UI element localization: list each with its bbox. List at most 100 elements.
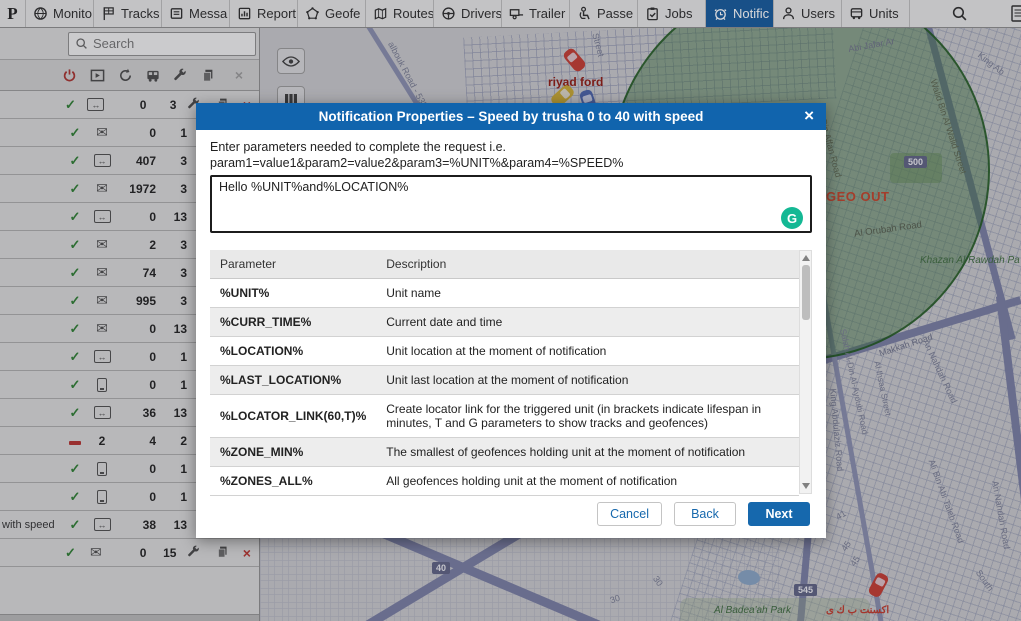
search-box[interactable] — [68, 32, 256, 56]
person-icon — [781, 6, 796, 21]
steering-wheel-icon — [441, 6, 456, 21]
tab-geofences[interactable]: Geofe — [298, 0, 366, 27]
unit-icon[interactable] — [145, 68, 165, 83]
clipboard-check-icon — [645, 6, 660, 21]
tab-monitoring[interactable]: Monito — [26, 0, 94, 27]
delete-icon[interactable]: × — [229, 67, 249, 83]
tab-reports[interactable]: Report — [230, 0, 298, 27]
enabled-check-icon[interactable]: ✓ — [62, 153, 88, 169]
route-shield: 545 — [794, 584, 817, 596]
table-row[interactable]: %ZONES_ALL% All geofences holding unit a… — [210, 467, 799, 496]
tab-units[interactable]: Units — [842, 0, 910, 27]
unit-count: 1 — [170, 350, 187, 364]
map-visibility-button[interactable] — [277, 48, 305, 74]
properties-wrench-icon[interactable] — [173, 68, 193, 82]
message-text-input[interactable]: Hello %UNIT%and%LOCATION% — [210, 175, 812, 233]
tab-label: Passe — [597, 6, 633, 21]
tab-tracks[interactable]: Tracks — [94, 0, 162, 27]
panel-resize-bar[interactable] — [0, 614, 259, 621]
tab-drivers[interactable]: Drivers — [434, 0, 502, 27]
enabled-check-icon[interactable]: ✓ — [58, 97, 82, 113]
tab-notifications[interactable]: Notific — [706, 0, 774, 27]
enabled-check-icon[interactable]: ✓ — [62, 125, 88, 141]
table-row[interactable]: %CURR_TIME% Current date and time — [210, 308, 799, 337]
enabled-check-icon[interactable]: ✓ — [62, 377, 88, 393]
enabled-check-icon[interactable]: ✓ — [62, 265, 88, 281]
table-scrollbar[interactable] — [799, 250, 812, 494]
tab-trailers[interactable]: Trailer — [502, 0, 570, 27]
trigger-count: 0 — [116, 126, 156, 140]
wrench-icon[interactable] — [176, 545, 210, 561]
table-row[interactable]: %LAST_LOCATION% Unit last location at th… — [210, 366, 799, 395]
map-pond — [738, 570, 760, 585]
trigger-count: 0 — [116, 490, 156, 504]
scrollbar-thumb[interactable] — [802, 265, 810, 320]
top-navigation: P Monito Tracks Messa Report Geofe Route… — [0, 0, 1021, 28]
tab-label: Users — [801, 6, 835, 21]
search-input[interactable] — [93, 36, 233, 51]
copy-icon[interactable] — [201, 68, 221, 82]
enabled-check-icon[interactable]: ✓ — [58, 545, 82, 561]
table-row[interactable]: %UNIT% Unit name — [210, 279, 799, 308]
refresh-icon[interactable] — [118, 68, 138, 83]
unit-count: 3 — [170, 238, 187, 252]
popup-action-icon: ↔ — [83, 98, 109, 111]
copy-icon[interactable] — [210, 545, 234, 561]
enabled-check-icon[interactable]: ✓ — [62, 237, 88, 253]
tab-label: Messa — [189, 6, 227, 21]
execute-command-icon[interactable] — [90, 68, 110, 83]
disabled-dash-icon[interactable] — [62, 433, 88, 448]
enabled-check-icon[interactable]: ✓ — [62, 349, 88, 365]
table-row[interactable]: %LOCATOR_LINK(60,T)% Create locator link… — [210, 395, 799, 438]
enabled-check-icon[interactable]: ✓ — [62, 321, 88, 337]
enabled-check-icon[interactable]: ✓ — [62, 181, 88, 197]
enabled-check-icon[interactable]: ✓ — [62, 489, 88, 505]
enabled-check-icon[interactable]: ✓ — [62, 517, 88, 533]
table-row[interactable]: %LOCATION% Unit location at the moment o… — [210, 337, 799, 366]
mail-action-icon: ✉ — [88, 180, 116, 197]
tab-messages[interactable]: Messa — [162, 0, 230, 27]
search-row — [0, 28, 259, 60]
delete-icon[interactable]: × — [235, 545, 259, 561]
enabled-check-icon[interactable]: ✓ — [62, 293, 88, 309]
mail-action-icon: ✉ — [88, 292, 116, 309]
next-button[interactable]: Next — [748, 502, 810, 526]
notification-row[interactable]: ✓ ✉ 0 15 × — [0, 539, 259, 567]
table-row[interactable]: %ZONE_MIN% The smallest of geofences hol… — [210, 438, 799, 467]
tab-jobs[interactable]: Jobs — [638, 0, 706, 27]
tab-passengers[interactable]: Passe — [570, 0, 638, 27]
scroll-down-icon[interactable] — [802, 483, 810, 489]
enabled-check-icon[interactable]: ✓ — [62, 405, 88, 421]
unit-count: 3 — [170, 294, 187, 308]
description-cell: Unit name — [376, 279, 799, 308]
tab-routes[interactable]: Routes — [366, 0, 434, 27]
dialog-header[interactable]: Notification Properties – Speed by trush… — [196, 103, 826, 130]
parameter-cell: %UNIT% — [210, 279, 376, 308]
table-header-row: Parameter Description — [210, 250, 799, 279]
grammarly-icon[interactable]: G — [781, 207, 803, 229]
cancel-button[interactable]: Cancel — [597, 502, 662, 526]
scroll-up-icon[interactable] — [802, 255, 810, 261]
parameter-cell: %LOCATOR_LINK(60,T)% — [210, 395, 376, 438]
enabled-check-icon[interactable]: ✓ — [62, 209, 88, 225]
tab-users[interactable]: Users — [774, 0, 842, 27]
tab-label: Tracks — [121, 6, 160, 21]
dialog-title: Notification Properties – Speed by trush… — [319, 109, 704, 124]
column-header-description: Description — [376, 250, 799, 279]
tab-label: Notific — [733, 6, 769, 21]
app-logo: P — [0, 0, 26, 27]
unit-count: 1 — [170, 490, 187, 504]
popup-action-icon: ↔ — [88, 518, 116, 531]
close-icon[interactable]: × — [804, 106, 814, 126]
search-icon — [75, 37, 88, 50]
description-cell: Current date and time — [376, 308, 799, 337]
message-lines-icon — [169, 6, 184, 21]
mail-action-icon: ✉ — [88, 320, 116, 337]
nav-search-button[interactable] — [936, 0, 982, 27]
power-toggle-icon[interactable] — [62, 68, 82, 83]
enabled-check-icon[interactable]: ✓ — [62, 461, 88, 477]
unit-count: 3 — [160, 98, 176, 112]
mobile-action-icon — [88, 462, 116, 476]
back-button[interactable]: Back — [674, 502, 736, 526]
bar-chart-icon — [237, 6, 252, 21]
